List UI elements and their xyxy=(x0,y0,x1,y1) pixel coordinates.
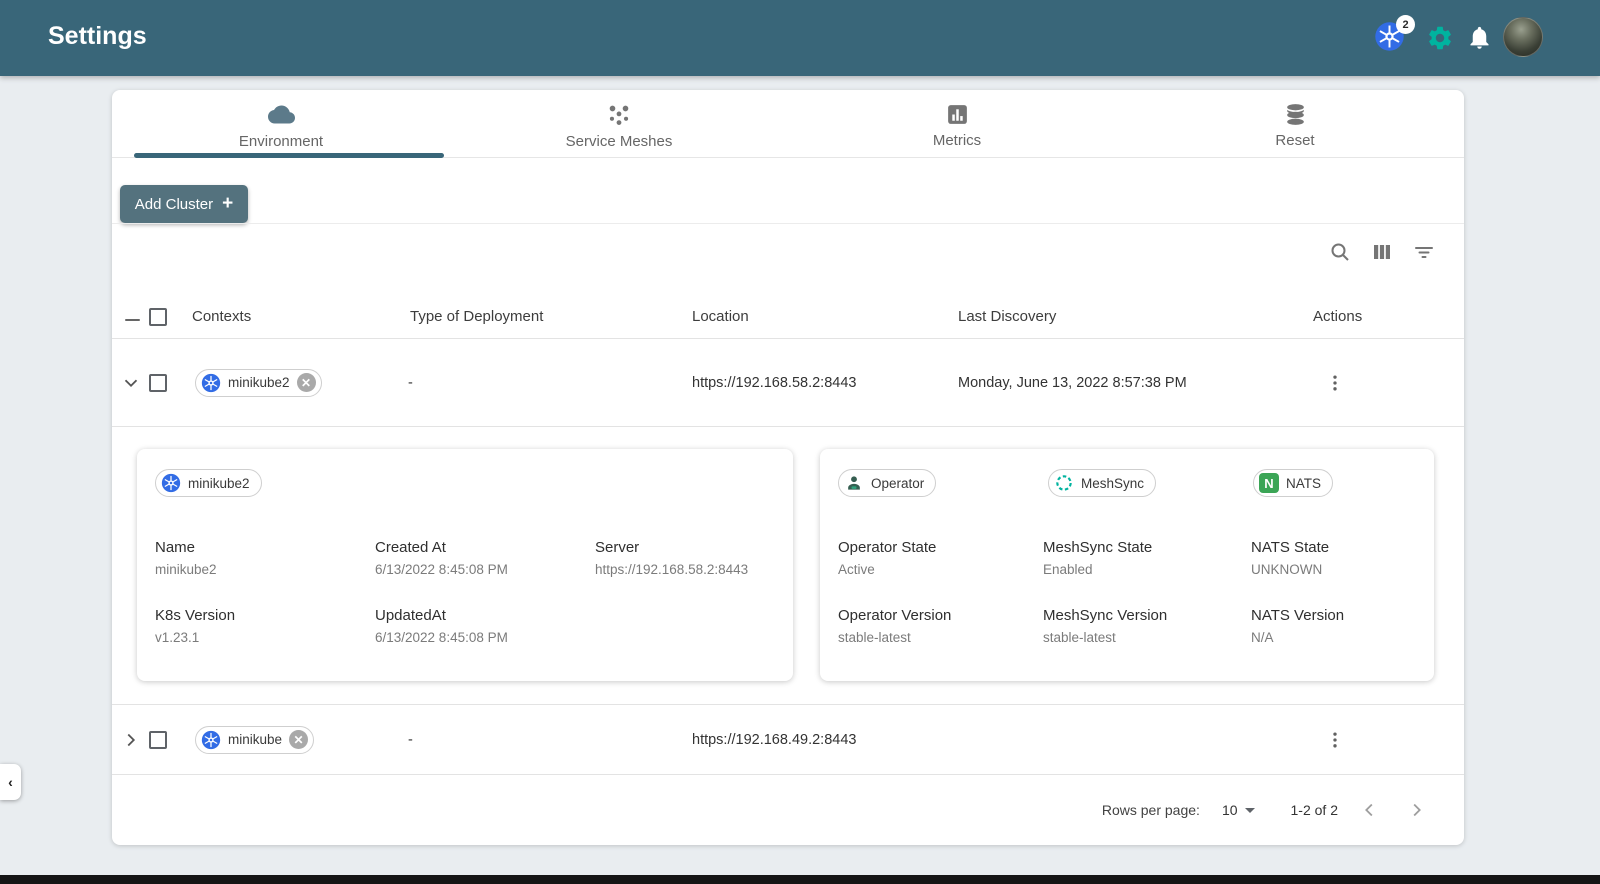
collapse-row-chevron-icon[interactable] xyxy=(118,370,144,396)
bottom-strip xyxy=(0,875,1600,884)
table-row: minikube2 ✕ - https://192.168.58.2:8443 … xyxy=(112,339,1464,427)
tab-environment-label: Environment xyxy=(238,133,324,150)
meshsync-dashed-circle-icon xyxy=(1054,473,1074,493)
rows-per-page-value: 10 xyxy=(1221,802,1238,818)
meshsync-chip-label: MeshSync xyxy=(1081,475,1145,491)
cluster-detail-card: minikube2 Name minikube2 Created At 6/13… xyxy=(137,449,793,681)
tab-service-meshes[interactable]: Service Meshes xyxy=(450,90,788,157)
notifications-bell-icon[interactable] xyxy=(1466,24,1493,51)
nats-chip[interactable]: N NATS xyxy=(1253,469,1334,497)
context-chip-minikube2[interactable]: minikube2 ✕ xyxy=(195,368,322,397)
nats-logo-icon: N xyxy=(1259,473,1279,493)
field-server: Server https://192.168.58.2:8443 xyxy=(595,539,749,577)
location-cell: https://192.168.58.2:8443 xyxy=(692,374,857,391)
add-cluster-label: Add Cluster xyxy=(134,195,214,213)
field-operator-state: Operator State Active xyxy=(838,539,937,577)
tab-service-meshes-label: Service Meshes xyxy=(565,132,673,150)
plus-icon: + xyxy=(222,192,234,214)
chevron-down-icon xyxy=(1244,807,1255,813)
kubernetes-context-button[interactable]: 2 xyxy=(1374,15,1422,55)
user-avatar[interactable] xyxy=(1503,17,1543,57)
field-updated-at: UpdatedAt 6/13/2022 8:45:08 PM xyxy=(375,607,508,645)
table-row: minikube ✕ - https://192.168.49.2:8443 xyxy=(112,705,1464,775)
field-name: Name minikube2 xyxy=(155,539,217,577)
settings-gear-icon[interactable] xyxy=(1426,24,1454,52)
operator-chip-label: Operator xyxy=(871,475,925,491)
app-bar: Settings 2 xyxy=(0,0,1600,76)
delete-context-icon[interactable]: ✕ xyxy=(296,373,316,392)
active-tab-indicator xyxy=(134,153,444,158)
settings-screen: Settings 2 Environment Service Meshes Me… xyxy=(0,0,1600,884)
context-chip-label: minikube2 xyxy=(228,375,290,390)
next-page-icon[interactable] xyxy=(1402,796,1430,824)
type-of-deployment-cell: - xyxy=(408,731,413,748)
cluster-chip-minikube2[interactable]: minikube2 xyxy=(155,469,262,497)
select-all-checkbox[interactable] xyxy=(149,308,167,326)
meshsync-chip[interactable]: MeshSync xyxy=(1048,469,1157,497)
operator-detail-card: Operator MeshSync N NATS Operator State xyxy=(820,449,1434,681)
column-header-type[interactable]: Type of Deployment xyxy=(410,308,543,325)
last-discovery-cell: Monday, June 13, 2022 8:57:38 PM xyxy=(958,374,1187,391)
tab-reset[interactable]: Reset xyxy=(1126,90,1464,157)
field-meshsync-version: MeshSync Version stable-latest xyxy=(1043,607,1168,645)
column-header-location[interactable]: Location xyxy=(692,308,749,325)
operator-chip[interactable]: Operator xyxy=(838,469,937,497)
chevron-left-icon: ‹ xyxy=(8,774,13,790)
column-header-contexts[interactable]: Contexts xyxy=(192,308,251,325)
field-operator-version: Operator Version stable-latest xyxy=(838,607,952,645)
add-cluster-button[interactable]: Add Cluster + xyxy=(120,185,248,223)
row-actions-kebab-icon[interactable] xyxy=(1322,727,1348,753)
tab-metrics[interactable]: Metrics xyxy=(788,90,1126,157)
pagination-range: 1-2 of 2 xyxy=(1290,802,1338,818)
previous-page-icon[interactable] xyxy=(1356,796,1384,824)
table-toolbar xyxy=(1326,238,1438,266)
kubernetes-icon xyxy=(201,373,221,393)
settings-panel: Environment Service Meshes Metrics Reset… xyxy=(112,90,1464,845)
tab-environment[interactable]: Environment xyxy=(112,90,450,157)
view-columns-icon[interactable] xyxy=(1368,238,1396,266)
rows-per-page-label: Rows per page: xyxy=(1101,802,1200,818)
context-chip-minikube[interactable]: minikube ✕ xyxy=(195,725,315,754)
row-actions-kebab-icon[interactable] xyxy=(1322,370,1348,396)
divider xyxy=(112,223,1464,224)
bar-chart-icon xyxy=(945,102,970,127)
expand-row-chevron-icon[interactable] xyxy=(118,727,144,753)
field-created-at: Created At 6/13/2022 8:45:08 PM xyxy=(375,539,508,577)
settings-tabs: Environment Service Meshes Metrics Reset xyxy=(112,90,1464,158)
delete-context-icon[interactable]: ✕ xyxy=(289,730,309,749)
database-icon xyxy=(1283,102,1308,127)
row-expanded-detail: minikube2 Name minikube2 Created At 6/13… xyxy=(112,427,1464,705)
field-k8s-version: K8s Version v1.23.1 xyxy=(155,607,236,645)
field-nats-version: NATS Version N/A xyxy=(1251,607,1345,645)
table-pagination-footer: Rows per page: 10 1-2 of 2 xyxy=(112,775,1464,845)
operator-person-icon xyxy=(844,473,864,493)
sidebar-collapse-toggle[interactable]: ‹ xyxy=(0,764,21,800)
kubernetes-icon xyxy=(161,473,181,493)
row-checkbox[interactable] xyxy=(149,373,167,392)
search-icon[interactable] xyxy=(1326,238,1354,266)
deselect-all-icon[interactable] xyxy=(125,319,140,321)
filter-icon[interactable] xyxy=(1410,238,1438,266)
tab-reset-label: Reset xyxy=(1275,132,1315,149)
cloud-icon xyxy=(267,101,295,128)
field-nats-state: NATS State UNKNOWN xyxy=(1251,539,1330,577)
cluster-chip-label: minikube2 xyxy=(188,475,250,491)
tab-metrics-label: Metrics xyxy=(932,132,982,149)
table-header-row: Contexts Type of Deployment Location Las… xyxy=(112,295,1464,339)
page-title: Settings xyxy=(48,22,147,50)
column-header-actions: Actions xyxy=(1313,308,1363,325)
column-header-last-discovery[interactable]: Last Discovery xyxy=(958,308,1056,325)
nats-chip-label: NATS xyxy=(1286,475,1322,491)
type-of-deployment-cell: - xyxy=(408,374,413,391)
rows-per-page-select[interactable]: 10 xyxy=(1222,802,1255,818)
kubernetes-icon xyxy=(201,730,221,750)
context-chip-label: minikube xyxy=(228,732,283,747)
field-meshsync-state: MeshSync State Enabled xyxy=(1043,539,1153,577)
kubernetes-context-count-badge: 2 xyxy=(1396,15,1415,34)
row-checkbox[interactable] xyxy=(149,730,167,749)
location-cell: https://192.168.49.2:8443 xyxy=(692,731,857,748)
mesh-dots-icon xyxy=(606,102,632,128)
